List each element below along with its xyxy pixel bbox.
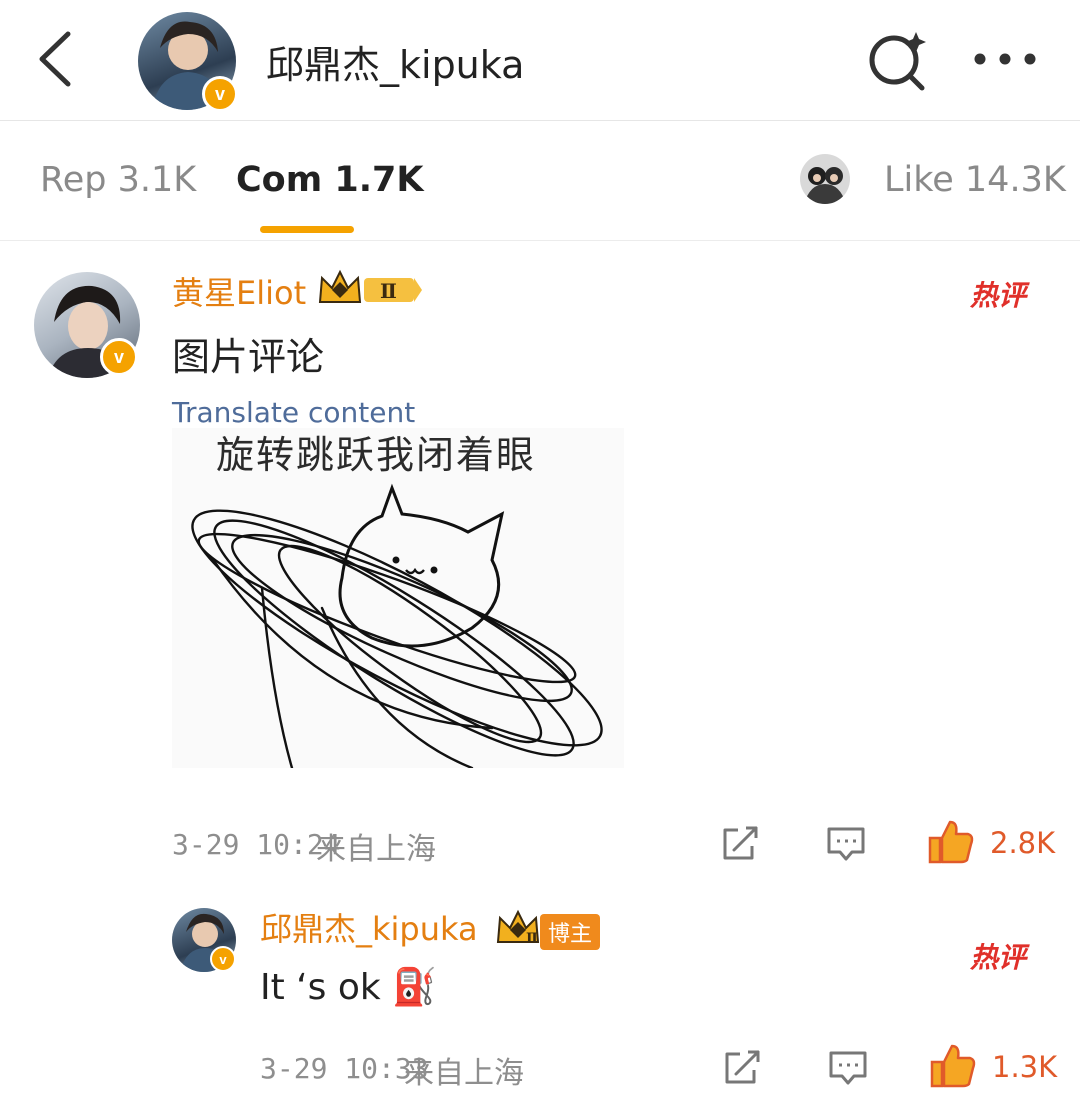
search-icon[interactable] [866,30,930,92]
host-tag: 博主 [540,914,601,950]
reply-text: It ‘s ok ⛽ [260,967,437,1008]
like-icon[interactable] [928,820,974,864]
comment-image[interactable]: 旋转跳跃我闭着眼 [172,428,624,768]
crown-level-badge: Ⅱ [496,909,540,946]
verified-badge: v [100,338,138,376]
comment-like-count: 2.8K [990,826,1056,860]
level-badge-text: Ⅱ [526,931,538,946]
comment-icon[interactable] [826,826,866,862]
hot-comment-badge: 热评 [970,941,1027,974]
reply-author-name[interactable]: 邱鼎杰_kipuka [260,904,478,950]
like-icon[interactable] [930,1044,976,1088]
back-icon[interactable] [34,28,78,90]
translate-link[interactable]: Translate content [172,396,415,429]
crown-level-badge: Ⅱ [318,269,422,303]
verified-badge: v [202,76,238,112]
comment-location: 来自上海 [316,832,436,867]
verified-badge: v [210,946,236,972]
likers-avatar [800,154,850,204]
tab-comments[interactable]: Com 1.7K [236,160,424,200]
comment-text: 图片评论 [172,335,325,379]
repost-icon[interactable] [724,1050,764,1086]
tab-likes[interactable]: Like 14.3K [884,160,1066,200]
commenter-name[interactable]: 黄星Eliot [172,268,306,314]
reply-like-count: 1.3K [992,1050,1058,1084]
hot-comment-badge: 热评 [970,279,1027,312]
more-icon[interactable] [972,50,1038,68]
tab-reposts[interactable]: Rep 3.1K [40,160,196,200]
active-tab-indicator [260,226,354,233]
top-bar: v 邱鼎杰_kipuka [0,0,1080,121]
level-badge-text: Ⅱ [380,279,397,303]
page-title: 邱鼎杰_kipuka [266,43,525,87]
reply-location: 来自上海 [404,1056,524,1091]
repost-icon[interactable] [722,826,762,862]
comment-icon[interactable] [828,1050,868,1086]
spinning-cat-drawing [191,483,603,768]
